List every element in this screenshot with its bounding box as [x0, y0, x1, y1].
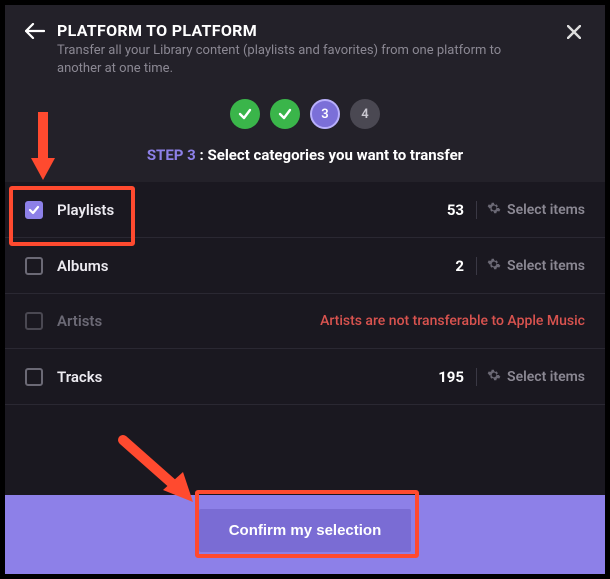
category-row-tracks: Tracks 195 Select items	[5, 349, 605, 405]
category-row-albums: Albums 2 Select items	[5, 238, 605, 294]
step-heading-prefix: STEP 3	[147, 146, 196, 164]
category-label: Artists	[57, 312, 320, 330]
gear-icon	[487, 200, 501, 219]
gear-icon	[487, 367, 501, 386]
stepper: 3 4	[5, 91, 605, 133]
category-row-playlists: Playlists 53 Select items	[5, 182, 605, 238]
step-heading-main: : Select categories you want to transfer	[196, 146, 463, 164]
checkbox-playlists[interactable]	[25, 201, 43, 219]
close-icon[interactable]	[563, 21, 585, 46]
step-1-done[interactable]	[230, 99, 260, 129]
checkbox-artists	[25, 312, 43, 330]
divider	[476, 368, 477, 386]
category-label: Albums	[57, 257, 455, 275]
select-items-link[interactable]: Select items	[507, 258, 585, 274]
category-error: Artists are not transferable to Apple Mu…	[320, 313, 585, 329]
step-heading: STEP 3 : Select categories you want to t…	[5, 133, 605, 182]
gear-icon	[487, 256, 501, 275]
modal-subtitle: Transfer all your Library content (playl…	[57, 42, 517, 77]
checkbox-tracks[interactable]	[25, 368, 43, 386]
step-4-next[interactable]: 4	[350, 99, 380, 129]
checkbox-albums[interactable]	[25, 257, 43, 275]
select-items-link[interactable]: Select items	[507, 369, 585, 385]
category-list: Playlists 53 Select items Albums 2 Selec…	[5, 182, 605, 495]
modal-header: PLATFORM TO PLATFORM Transfer all your L…	[5, 5, 605, 91]
category-row-artists: Artists Artists are not transferable to …	[5, 294, 605, 349]
category-count: 2	[455, 257, 464, 275]
transfer-modal: PLATFORM TO PLATFORM Transfer all your L…	[5, 5, 605, 574]
category-count: 53	[447, 201, 464, 219]
divider	[476, 257, 477, 275]
step-3-label: 3	[321, 107, 328, 122]
modal-title: PLATFORM TO PLATFORM	[57, 21, 563, 40]
modal-footer: Confirm my selection	[5, 495, 605, 574]
divider	[476, 201, 477, 219]
category-count: 195	[438, 368, 464, 386]
select-items-link[interactable]: Select items	[507, 202, 585, 218]
step-3-active[interactable]: 3	[310, 99, 340, 129]
category-label: Tracks	[57, 368, 438, 386]
category-label: Playlists	[57, 201, 447, 219]
step-4-label: 4	[361, 107, 368, 122]
back-arrow-icon[interactable]	[25, 23, 45, 43]
step-2-done[interactable]	[270, 99, 300, 129]
confirm-button[interactable]: Confirm my selection	[199, 509, 412, 552]
